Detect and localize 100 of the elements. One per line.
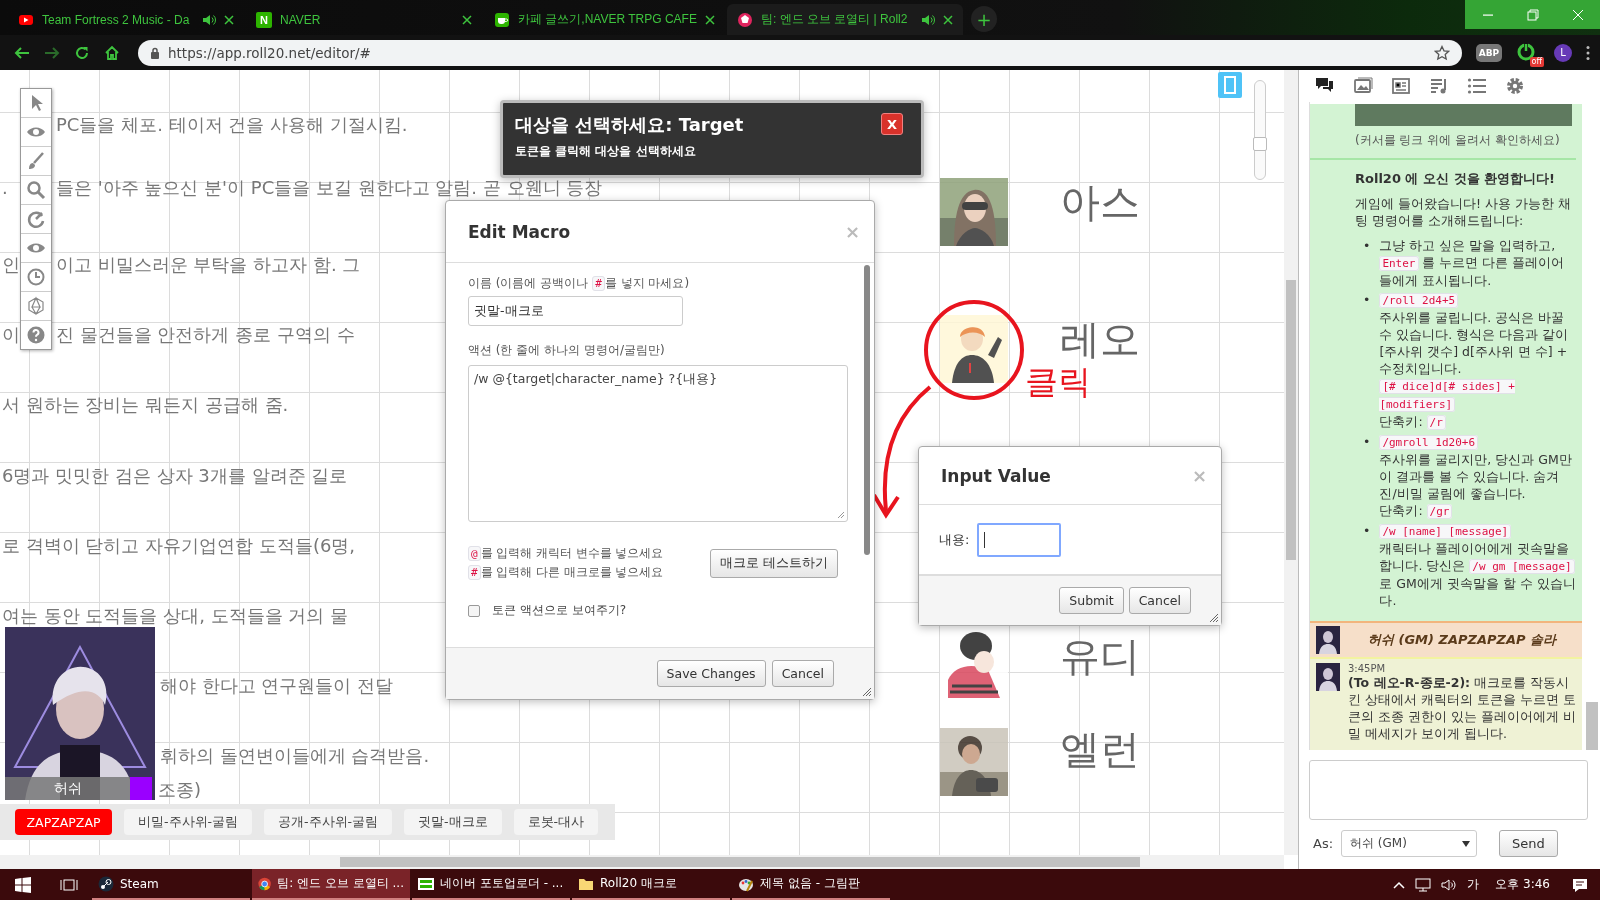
scrollbar[interactable]: [864, 265, 870, 555]
network-icon[interactable]: [1415, 877, 1432, 892]
field-label: 내용:: [939, 530, 970, 549]
canvas-text: .: [2, 178, 8, 198]
resize-handle[interactable]: [862, 687, 872, 697]
name-field[interactable]: 귓말-매크로: [468, 296, 683, 326]
speaker-icon[interactable]: [202, 13, 216, 26]
speaker-select[interactable]: 허쉬 (GM): [1341, 830, 1478, 857]
canvas-text: 이고 비밀스러운 부탁을 하고자 함. 그: [56, 255, 361, 276]
bullet: •: [1363, 433, 1371, 451]
address-field[interactable]: https://app.roll20.net/editor/#: [138, 39, 1462, 66]
close-icon[interactable]: [704, 14, 715, 25]
chat-text: 주사위를 굴리지만, 당신과 GM만이 결과를 볼 수 있습니다. 숨겨진/비밀 굴림에 좋습니다.: [1379, 451, 1573, 502]
cancel-button[interactable]: Cancel: [771, 660, 834, 687]
dialog-title: Input Value: [941, 465, 1051, 486]
forward-icon[interactable]: [44, 44, 60, 61]
chat-text: /gmroll 1d20+6: [1379, 433, 1576, 451]
gauge-icon[interactable]: [26, 209, 46, 229]
macro-button[interactable]: 비밀-주사위-굴림: [124, 809, 253, 835]
task-view-icon[interactable]: [60, 876, 78, 893]
volume-icon[interactable]: [1441, 877, 1458, 892]
adblock-icon[interactable]: ABP: [1476, 43, 1502, 62]
new-tab-button[interactable]: +: [970, 6, 997, 32]
profile-avatar[interactable]: L: [1554, 43, 1572, 62]
annotation-label: 클릭: [1025, 362, 1091, 402]
image-icon[interactable]: [1353, 76, 1373, 96]
back-icon[interactable]: [14, 44, 30, 61]
hint-text: @ 를 입력해 캐릭터 변수를 넣으세요: [468, 544, 664, 563]
resize-handle[interactable]: [1209, 613, 1219, 623]
restore-icon: [1525, 7, 1540, 22]
browser-tab[interactable]: Team Fortress 2 Music - Da: [8, 4, 244, 35]
help-icon[interactable]: [26, 325, 46, 345]
canvas-text: 여는 동안 도적들을 상대, 도적들을 거의 물: [2, 605, 349, 626]
speaker-icon[interactable]: [920, 13, 935, 26]
list-icon[interactable]: [1467, 76, 1487, 96]
status-badge: off: [1529, 56, 1544, 67]
close-button[interactable]: X: [881, 113, 903, 135]
close-icon[interactable]: [462, 14, 472, 25]
home-icon[interactable]: [104, 44, 120, 61]
save-button[interactable]: Save Changes: [656, 660, 766, 687]
star-icon[interactable]: [1434, 44, 1450, 61]
resize-handle[interactable]: [837, 511, 845, 519]
menu-icon[interactable]: [1586, 44, 1590, 61]
journal-icon[interactable]: [1391, 76, 1411, 96]
welcome-title: Roll20 에 오신 것을 환영합니다!: [1355, 170, 1556, 187]
field-label: 액션 (한 줄에 하나의 명령어/굴림만): [468, 342, 666, 359]
bullet: •: [1363, 522, 1371, 540]
cancel-button[interactable]: Cancel: [1128, 587, 1191, 614]
taskbar-button[interactable]: 제목 없음 - 그림판: [732, 869, 890, 900]
macro-button[interactable]: ZAPZAPZAP: [15, 809, 112, 835]
taskbar-button[interactable]: Roll20 매크로: [572, 869, 730, 900]
timestamp: 3:45PM: [1348, 663, 1387, 674]
checkbox[interactable]: [468, 604, 480, 617]
music-list-icon[interactable]: [1429, 76, 1449, 96]
chat-input[interactable]: [1309, 760, 1588, 820]
taskbar-button[interactable]: 팀: 엔드 오브 로열티 ...: [252, 869, 410, 900]
browser-tab[interactable]: N NAVER: [246, 4, 482, 35]
taskbar-button[interactable]: 네이버 포토업로더 - ...: [412, 869, 570, 900]
submit-button[interactable]: Submit: [1059, 587, 1124, 614]
chat-text: /roll 2d4+5: [1379, 291, 1576, 309]
send-button[interactable]: Send: [1499, 830, 1558, 857]
test-macro-button[interactable]: 매크로 테스트하기: [710, 548, 838, 578]
taskbar-button[interactable]: Steam: [92, 869, 250, 900]
browser-tab[interactable]: 카페 글쓰기,NAVER TRPG CAFE: [484, 4, 725, 35]
clock-icon[interactable]: [26, 267, 46, 287]
ime-indicator[interactable]: 가: [1467, 876, 1480, 893]
canvas-text: 6명과 밋밋한 검은 상자 3개를 알려준 길로: [2, 465, 348, 486]
scrollbar[interactable]: [0, 855, 1284, 869]
macro-button[interactable]: 공개-주사위-굴림: [264, 809, 393, 835]
reload-icon[interactable]: [74, 44, 90, 61]
action-field[interactable]: /w @{target|character_name} ?{내용}: [468, 365, 848, 522]
name-label: 허쉬: [5, 777, 130, 800]
dice-icon[interactable]: [26, 296, 46, 316]
macro-button[interactable]: 로봇-대사: [513, 809, 599, 835]
clock-text[interactable]: 오후 3:46: [1495, 876, 1550, 893]
browser-tab[interactable]: 팀: 엔드 오브 로열티 | Roll2: [726, 4, 963, 35]
windows-icon[interactable]: [15, 876, 31, 893]
token-label: 아스: [1060, 178, 1140, 226]
macro-button[interactable]: 귓말-매크로: [404, 809, 502, 835]
emote-text: 허쉬 (GM) ZAPZAPZAP 솔라: [1366, 631, 1558, 649]
chat-text: 주사위를 굴립니다. 공식은 바꿀 수 있습니다. 형식은 다음과 같이 [주사위 갯수] d[주사위 면 수] + 수정치입니다.: [1379, 309, 1570, 377]
canvas-text: 이: [2, 325, 20, 346]
scrollbar[interactable]: [1284, 70, 1298, 855]
chevron-icon[interactable]: [1393, 880, 1406, 889]
canvas-text: 들은 '아주 높으신 분'이 PC들을 보길 원한다고 알림. 곧 오웬니 등장: [56, 178, 603, 198]
message-text: (To 레오-R-종로-2): 매크로를 작동시킨 상태에서 캐릭터의 토큰을 누르면 토큰의 조종 권한이 있는 플레이어에게 비밀 메세지가 보이게 됩니다.: [1348, 674, 1576, 742]
notification-icon[interactable]: [1572, 876, 1588, 893]
bullet: •: [1363, 291, 1371, 309]
brush-icon[interactable]: [26, 151, 46, 171]
checkbox-label: 토큰 액션으로 보여주기?: [492, 602, 626, 619]
settings-icon[interactable]: [1505, 76, 1525, 96]
search-icon[interactable]: [26, 180, 46, 200]
input-field[interactable]: [977, 522, 1062, 557]
chat-text: 캐릭터나 플레이어에게 귓속말을 합니다. 당신은 /w gm [message] 로 GM에게 귓속말을 할 수 있습니다.: [1379, 540, 1576, 609]
canvas-text: 해야 한다고 연구원들이 전달: [160, 675, 394, 696]
zoom-slider[interactable]: [1254, 80, 1266, 180]
close-icon[interactable]: [942, 14, 953, 25]
dialog-title: Edit Macro: [468, 221, 571, 242]
token-label: 유디: [1060, 632, 1140, 680]
close-icon[interactable]: [224, 14, 234, 25]
